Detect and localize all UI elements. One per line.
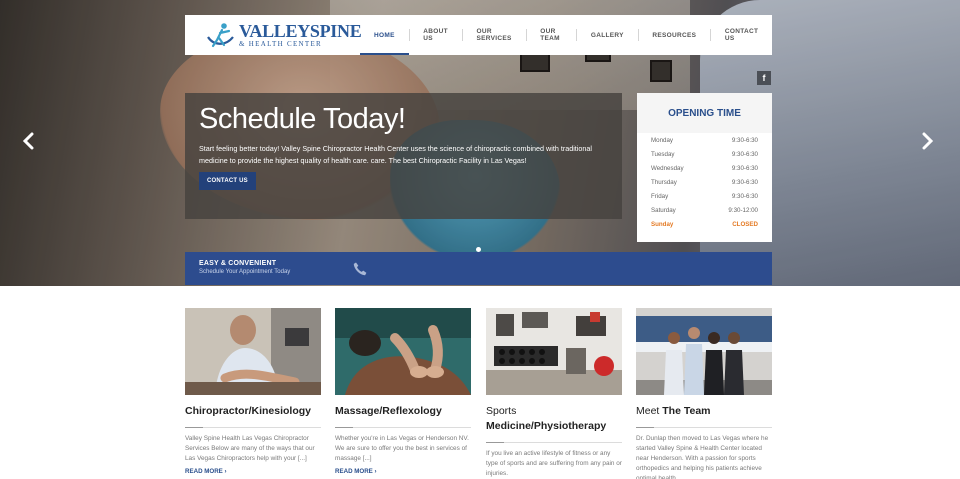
nav-resources[interactable]: RESOURCES — [638, 15, 710, 55]
hours-time: 9:30-12:00 — [728, 206, 758, 214]
opening-hours-panel: OPENING TIME Monday 9:30-6:30 Tuesday 9:… — [637, 93, 772, 242]
hours-day: Sunday — [651, 220, 674, 228]
card-description: Whether you're in Las Vegas or Henderson… — [335, 435, 469, 462]
hours-day: Wednesday — [651, 164, 684, 172]
hours-time: 9:30-6:30 — [731, 150, 758, 158]
hours-row: Monday 9:30-6:30 — [637, 133, 772, 147]
slider-prev-arrow-icon[interactable] — [22, 132, 34, 150]
hours-time: 9:30-6:30 — [731, 136, 758, 144]
site-logo[interactable]: VALLEYSPINE & HEALTH CENTER — [185, 15, 362, 55]
nav-gallery[interactable]: GALLERY — [577, 15, 638, 55]
hours-day: Thursday — [651, 178, 677, 186]
card-photo[interactable] — [636, 308, 772, 395]
page: VALLEYSPINE & HEALTH CENTER HOME ABOUT U… — [0, 0, 960, 479]
slide-caption: Schedule Today! Start feeling better tod… — [185, 93, 622, 219]
hours-row-sunday: Sunday CLOSED — [637, 217, 772, 231]
service-card-massage: Massage/Reflexology Whether you're in La… — [335, 308, 471, 479]
hours-day: Friday — [651, 192, 669, 200]
card-description: Dr. Dunlap then moved to Las Vegas where… — [636, 435, 769, 479]
phone-icon — [352, 261, 368, 277]
nav-contact-us[interactable]: CONTACT US — [711, 15, 772, 55]
service-card-sports-medicine: Sports Medicine/Physiotherapy If you live… — [486, 308, 622, 479]
card-divider — [636, 427, 772, 428]
services-cards: Chiropractor/Kinesiology Valley Spine He… — [185, 308, 772, 479]
card-description: If you live an active lifestyle of fitne… — [486, 450, 622, 477]
read-more-link[interactable]: READ MORE › — [335, 468, 471, 475]
card-photo[interactable] — [185, 308, 321, 395]
card-title-bold: Massage/Reflexology — [335, 405, 442, 417]
opening-hours-title: OPENING TIME — [637, 93, 772, 133]
hours-day: Tuesday — [651, 150, 675, 158]
card-title-bold: Chiropractor/Kinesiology — [185, 405, 312, 417]
card-divider — [486, 442, 622, 443]
card-title-bold: The Team — [662, 405, 711, 417]
card-title-plain: Sports — [486, 405, 517, 417]
hours-day: Monday — [651, 136, 674, 144]
service-card-meet-the-team: Meet The Team Dr. Dunlap then moved to L… — [636, 308, 772, 479]
card-title[interactable]: Sports Medicine/Physiotherapy — [486, 404, 622, 434]
contact-us-button[interactable]: CONTACT US — [199, 172, 256, 190]
nav-home[interactable]: HOME — [360, 15, 409, 55]
nav-our-services[interactable]: OUR SERVICES — [463, 15, 526, 55]
slider-next-arrow-icon[interactable] — [922, 132, 934, 150]
card-title-bold: Medicine/Physiotherapy — [486, 420, 607, 432]
service-card-chiropractor: Chiropractor/Kinesiology Valley Spine He… — [185, 308, 321, 479]
card-title[interactable]: Chiropractor/Kinesiology — [185, 404, 321, 419]
card-title[interactable]: Massage/Reflexology — [335, 404, 471, 419]
card-title-plain: Meet — [636, 405, 660, 417]
card-divider — [335, 427, 471, 428]
nav-about-us[interactable]: ABOUT US — [409, 15, 462, 55]
main-nav: HOME ABOUT US OUR SERVICES OUR TEAM GALL… — [360, 15, 772, 55]
appointment-bar[interactable]: EASY & CONVENIENT Schedule Your Appointm… — [185, 252, 772, 285]
logo-figure-icon — [205, 20, 235, 50]
hours-day: Saturday — [651, 206, 676, 214]
hours-time: 9:30-6:30 — [731, 178, 758, 186]
slide-title: Schedule Today! — [199, 103, 406, 135]
logo-subtitle: & HEALTH CENTER — [239, 40, 323, 48]
card-photo[interactable] — [486, 308, 622, 395]
hours-time: 9:30-6:30 — [731, 164, 758, 172]
appointment-bar-subtitle: Schedule Your Appointment Today — [199, 269, 291, 275]
facebook-icon[interactable]: f — [757, 71, 771, 85]
hours-row: Saturday 9:30-12:00 — [637, 203, 772, 217]
nav-our-team[interactable]: OUR TEAM — [526, 15, 576, 55]
card-divider — [185, 427, 321, 428]
hours-time: CLOSED — [732, 220, 758, 228]
hours-row: Thursday 9:30-6:30 — [637, 175, 772, 189]
logo-title: VALLEYSPINE — [239, 21, 362, 41]
hours-row: Tuesday 9:30-6:30 — [637, 147, 772, 161]
site-header: VALLEYSPINE & HEALTH CENTER HOME ABOUT U… — [185, 15, 772, 55]
card-title[interactable]: Meet The Team — [636, 404, 772, 419]
logo-text: VALLEYSPINE & HEALTH CENTER — [239, 21, 362, 48]
slide-text: Start feeling better today! Valley Spine… — [199, 144, 592, 165]
card-description: Valley Spine Health Las Vegas Chiropract… — [185, 435, 315, 462]
read-more-link[interactable]: READ MORE › — [185, 468, 321, 475]
hours-row: Friday 9:30-6:30 — [637, 189, 772, 203]
card-photo[interactable] — [335, 308, 471, 395]
hours-time: 9:30-6:30 — [731, 192, 758, 200]
hours-row: Wednesday 9:30-6:30 — [637, 161, 772, 175]
appointment-bar-title: EASY & CONVENIENT — [199, 260, 277, 267]
